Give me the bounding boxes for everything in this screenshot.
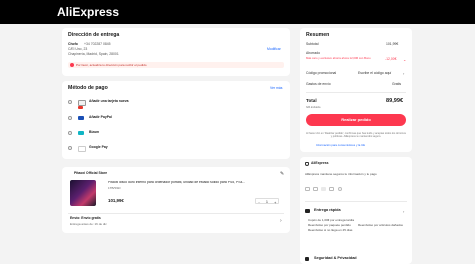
top-bar: AliExpress <box>0 0 475 24</box>
promo-input[interactable]: Escribe el código aquí <box>358 71 391 75</box>
divider <box>68 213 284 214</box>
pci-icon <box>321 187 326 191</box>
quantity-stepper[interactable]: − 1 + <box>255 198 279 205</box>
summary-card: Resumen Subtotal 101,99€ Ahorrado Más ca… <box>300 28 412 152</box>
verified-icon <box>329 187 334 191</box>
address-street: C/El Uno, 23 <box>68 47 88 51</box>
product-variant: 1TB/SSD <box>108 186 121 190</box>
saving-note: Más caro y exclusivo ahorra ahora 12,00€… <box>306 56 371 60</box>
total-value: 89,99€ <box>386 98 404 104</box>
shipping-cost-value: Gratis <box>392 82 402 86</box>
tax-note: IVA incluido <box>306 105 321 109</box>
fast-item: Cupón de 1,00€ por entrega tardía <box>308 218 355 222</box>
aliexpress-logo[interactable]: AliExpress <box>57 5 119 19</box>
trust-brand: AliExpress <box>311 161 329 165</box>
product-price: 101,99€ <box>108 198 124 203</box>
product-image[interactable] <box>70 180 96 206</box>
payment-radio-paypal[interactable] <box>68 116 72 120</box>
fast-item: Reembolso si no llega en 45 días <box>308 228 353 232</box>
payment-card: Método de pago Ver más Añadir una tarjet… <box>62 81 290 159</box>
product-title[interactable]: Pitaoxi disco duro interno para ordenado… <box>108 181 284 184</box>
fast-item: Reembolso por artículos dañados <box>358 223 403 227</box>
payment-option-label[interactable]: Añadir una tarjeta nueva <box>89 99 129 103</box>
paypal-icon <box>78 116 84 120</box>
mastercard-icon <box>78 106 83 109</box>
store-name[interactable]: Pitaoxi Official Store <box>74 171 107 175</box>
place-order-button[interactable]: Realizar pedido <box>306 114 406 126</box>
chevron-down-icon[interactable]: ⌄ <box>403 57 406 62</box>
view-more-link[interactable]: Ver más <box>270 86 282 90</box>
quantity-value[interactable]: 1 <box>266 200 268 204</box>
increase-button[interactable]: + <box>274 200 276 205</box>
payment-radio-gpay[interactable] <box>68 146 72 150</box>
shipping-date: Entrega antes de: 16 de dic <box>70 222 107 226</box>
chevron-right-icon[interactable]: › <box>403 209 404 214</box>
place-order-label: Realizar pedido <box>341 117 371 122</box>
lock-icon <box>313 187 318 191</box>
recipient-phone: +34 702287 0845 <box>84 42 111 46</box>
lock-icon <box>305 257 309 261</box>
trust-card: AliExpress AliExpress mantiene seguros t… <box>300 157 412 264</box>
secure-icon <box>338 187 342 191</box>
legal-text: Al hacer clic en 'Realizar pedido', conf… <box>306 132 406 139</box>
decrease-button[interactable]: − <box>258 200 260 205</box>
total-label: Total <box>306 98 317 103</box>
visa-icon <box>305 187 310 191</box>
store-card: Pitaoxi Official Store ✎ Pitaoxi disco d… <box>62 167 290 233</box>
subtotal-value: 101,99€ <box>386 42 399 46</box>
trust-text: AliExpress mantiene seguros tu informaci… <box>305 172 377 176</box>
recipient-name: Chofo <box>68 42 78 46</box>
warning-text: Por favor, actualiza tu dirección para r… <box>76 62 147 67</box>
shipping-title: Envío: Envío gratis <box>70 216 101 220</box>
divider <box>306 92 406 93</box>
address-title: Dirección de entrega <box>68 32 120 38</box>
subtotal-label: Subtotal <box>306 42 319 46</box>
shield-icon <box>305 162 309 166</box>
payment-radio-card[interactable] <box>68 100 72 104</box>
payment-option-label[interactable]: Añadir PayPal <box>89 115 112 119</box>
address-card: Dirección de entrega Chofo +34 702287 08… <box>62 28 290 76</box>
fast-delivery-title: Entrega rápida <box>314 208 341 212</box>
chevron-right-icon[interactable]: › <box>280 218 282 224</box>
address-city: Chapinería, Madrid, Spain, 28001 <box>68 52 119 56</box>
edit-icon[interactable]: ✎ <box>280 171 284 177</box>
truck-icon <box>305 209 310 213</box>
warning-icon <box>70 63 74 67</box>
payment-option-label[interactable]: Bizum <box>89 130 99 134</box>
security-title: Seguridad & Privacidad <box>314 256 357 260</box>
payment-logos <box>305 187 345 192</box>
saved-label: Ahorrado <box>306 51 320 55</box>
payment-radio-bizum[interactable] <box>68 131 72 135</box>
summary-title: Resumen <box>306 32 330 38</box>
payment-option-label[interactable]: Google Pay <box>89 145 108 149</box>
divider <box>305 201 407 202</box>
modify-address-link[interactable]: Modificar <box>267 47 281 51</box>
address-warning: Por favor, actualiza tu dirección para r… <box>68 62 284 68</box>
bizum-icon <box>78 131 84 135</box>
saved-value: -12,00€ <box>385 57 397 61</box>
fast-item: Reembolso por paquete perdido <box>308 223 351 227</box>
google-pay-icon <box>78 146 86 152</box>
shipping-cost-label: Gastos de envío <box>306 82 331 86</box>
chevron-right-icon[interactable]: › <box>403 71 404 76</box>
promo-label: Código promocional <box>306 71 337 75</box>
payment-title: Método de pago <box>68 85 108 91</box>
consumer-info-link[interactable]: Información para consumidores y la UE <box>316 144 365 147</box>
